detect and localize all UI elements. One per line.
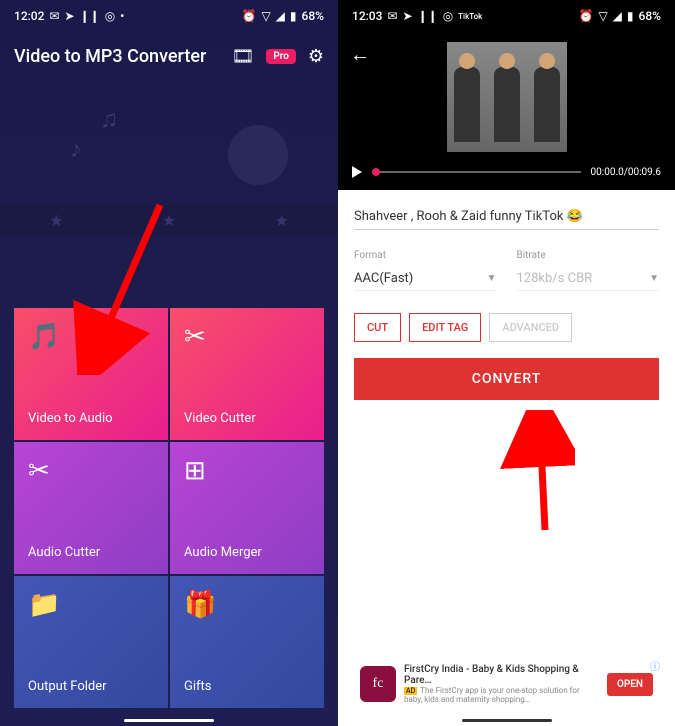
page-title: Video to MP3 Converter <box>14 46 206 67</box>
battery-icon: ▮ <box>627 9 634 23</box>
pause-icon: ❙❙ <box>418 9 438 23</box>
decorative-area: ♫ ♪ ★ ★ ★ <box>0 75 338 225</box>
bitrate-dropdown[interactable]: 128kb/s CBR ▼ <box>517 267 660 291</box>
ad-app-icon: fc <box>360 666 396 702</box>
progress-thumb[interactable] <box>372 168 380 176</box>
wand-icon[interactable]: 🎞 <box>231 46 254 67</box>
player-controls: 00:00.0/00:09.6 <box>352 166 661 178</box>
status-time: 12:02 <box>14 9 44 23</box>
tile-audio-cutter[interactable]: ✂ Audio Cutter <box>14 442 168 574</box>
home-indicator[interactable] <box>124 719 214 722</box>
tile-label: Output Folder <box>28 679 154 694</box>
star-icon: ★ <box>162 211 176 230</box>
music-note-icon: ♫ <box>100 105 118 134</box>
convert-form: Format AAC(Fast) ▼ Bitrate 128kb/s CBR ▼… <box>338 190 675 414</box>
format-label: Format <box>354 250 497 261</box>
format-field: Format AAC(Fast) ▼ <box>354 250 497 291</box>
scissors-icon: ✂ <box>184 322 310 352</box>
convert-screen: 12:03 ✉ ➤ ❙❙ ◎ TikTok ⏰ ▽ ◢ ▮ 68% ← <box>338 0 675 726</box>
bitrate-label: Bitrate <box>517 250 660 261</box>
annotation-arrow <box>495 410 575 540</box>
scissors-icon: ✂ <box>28 456 154 486</box>
wifi-icon: ▽ <box>261 9 270 23</box>
circle-icon: ◎ <box>105 9 115 23</box>
tile-video-to-audio[interactable]: 🎵 Video to Audio <box>14 308 168 440</box>
status-time: 12:03 <box>352 9 382 23</box>
gift-icon: 🎁 <box>184 590 310 620</box>
status-bar: 12:03 ✉ ➤ ❙❙ ◎ TikTok ⏰ ▽ ◢ ▮ 68% <box>338 0 675 32</box>
tile-video-cutter[interactable]: ✂ Video Cutter <box>170 308 324 440</box>
tiles-grid: 🎵 Video to Audio ✂ Video Cutter ✂ Audio … <box>0 308 338 708</box>
video-audio-icon: 🎵 <box>28 322 154 352</box>
person-silhouette <box>534 67 560 142</box>
circle-icon: ◎ <box>443 9 453 23</box>
wifi-icon: ▽ <box>598 9 607 23</box>
person-silhouette <box>454 67 480 142</box>
tile-label: Audio Merger <box>184 545 310 560</box>
tile-output-folder[interactable]: 📁 Output Folder <box>14 576 168 708</box>
app-home-screen: 12:02 ✉ ➤ ❙❙ ◎ • ⏰ ▽ ◢ ▮ 68% Video to MP… <box>0 0 338 726</box>
title-input[interactable] <box>354 204 659 230</box>
signal-icon: ◢ <box>613 9 622 23</box>
play-button[interactable] <box>352 166 362 178</box>
dot-icon: • <box>120 9 124 23</box>
format-value: AAC(Fast) <box>354 271 413 286</box>
cut-button[interactable]: CUT <box>354 313 401 342</box>
home-indicator[interactable] <box>462 719 552 722</box>
signal-icon: ◢ <box>276 9 285 23</box>
tile-label: Audio Cutter <box>28 545 154 560</box>
ad-open-button[interactable]: OPEN <box>607 673 653 696</box>
bitrate-value: 128kb/s CBR <box>517 271 593 286</box>
tile-label: Gifts <box>184 679 310 694</box>
battery-text: 68% <box>639 9 661 23</box>
whatsapp-icon: ✉ <box>49 9 59 23</box>
battery-icon: ▮ <box>290 9 297 23</box>
ad-title: FirstCry India - Baby & Kids Shopping & … <box>404 664 599 686</box>
pause-icon: ❙❙ <box>80 9 100 23</box>
pro-badge[interactable]: Pro <box>266 49 296 64</box>
tile-label: Video to Audio <box>28 411 154 426</box>
app-header: Video to MP3 Converter 🎞 Pro ⚙ <box>0 32 338 75</box>
advanced-button[interactable]: ADVANCED <box>489 313 572 342</box>
alarm-icon: ⏰ <box>241 9 256 23</box>
app-sub-text: TikTok <box>458 12 482 21</box>
ad-badge: AD <box>404 687 417 695</box>
bitrate-field: Bitrate 128kb/s CBR ▼ <box>517 250 660 291</box>
folder-icon: 📁 <box>28 590 154 620</box>
edit-tag-button[interactable]: EDIT TAG <box>409 313 481 342</box>
chevron-down-icon: ▼ <box>487 273 497 284</box>
film-strip: ★ ★ ★ <box>0 205 338 235</box>
status-bar: 12:02 ✉ ➤ ❙❙ ◎ • ⏰ ▽ ◢ ▮ 68% <box>0 0 338 32</box>
battery-text: 68% <box>302 9 324 23</box>
alarm-icon: ⏰ <box>578 9 593 23</box>
back-button[interactable]: ← <box>350 42 370 67</box>
ad-banner[interactable]: fc FirstCry India - Baby & Kids Shopping… <box>354 658 659 710</box>
star-icon: ★ <box>49 211 63 230</box>
star-icon: ★ <box>274 211 288 230</box>
format-dropdown[interactable]: AAC(Fast) ▼ <box>354 267 497 291</box>
merge-icon: ⊞ <box>184 456 310 486</box>
time-display: 00:00.0/00:09.6 <box>591 167 661 178</box>
video-thumbnail[interactable] <box>447 42 567 152</box>
person-silhouette <box>494 67 520 142</box>
ad-subtitle: The FirstCry app is your one-stop soluti… <box>404 686 580 704</box>
tile-label: Video Cutter <box>184 411 310 426</box>
tile-audio-merger[interactable]: ⊞ Audio Merger <box>170 442 324 574</box>
convert-button[interactable]: CONVERT <box>354 358 659 400</box>
tile-gifts[interactable]: 🎁 Gifts <box>170 576 324 708</box>
gear-icon[interactable]: ⚙ <box>308 46 324 67</box>
telegram-icon: ➤ <box>403 9 413 23</box>
music-note-icon: ♪ <box>70 135 82 164</box>
chevron-down-icon: ▼ <box>649 273 659 284</box>
film-reel-icon <box>228 125 288 185</box>
video-preview: 12:03 ✉ ➤ ❙❙ ◎ TikTok ⏰ ▽ ◢ ▮ 68% ← <box>338 0 675 190</box>
progress-bar[interactable] <box>372 171 581 173</box>
telegram-icon: ➤ <box>65 9 75 23</box>
whatsapp-icon: ✉ <box>387 9 397 23</box>
